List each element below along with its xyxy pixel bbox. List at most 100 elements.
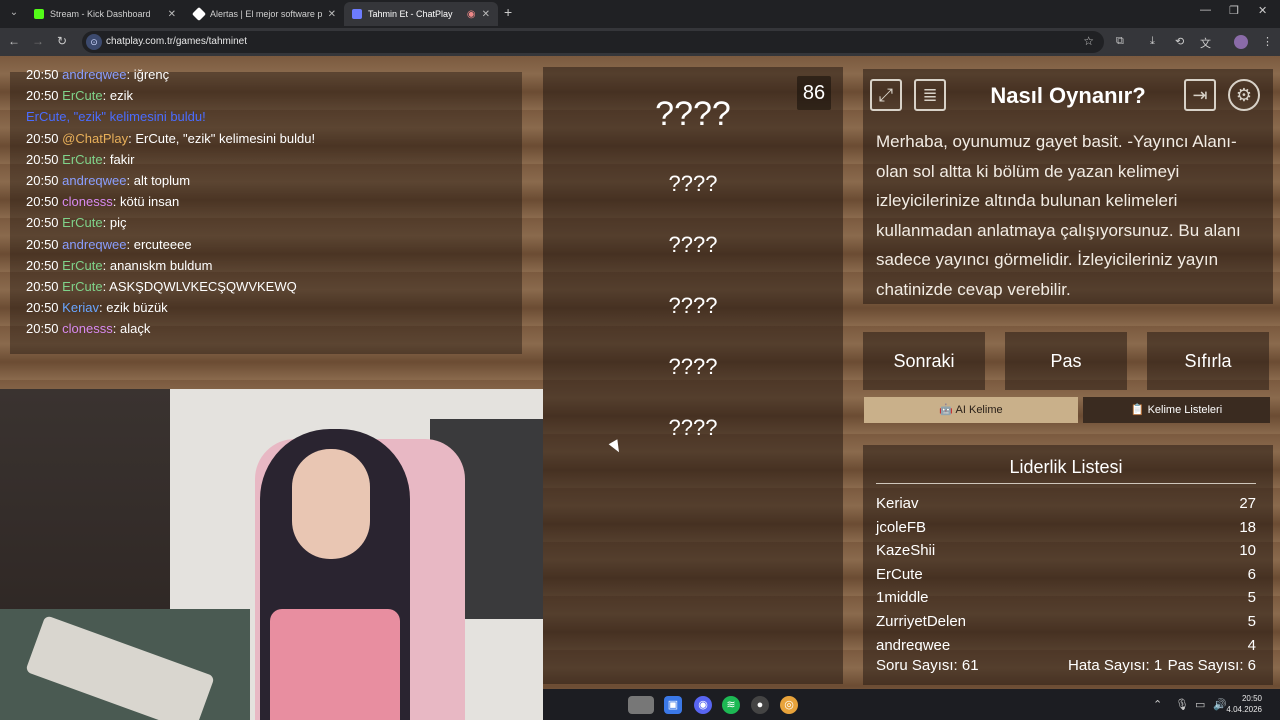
pass-button[interactable]: Pas — [1005, 332, 1127, 390]
how-to-play-text: Merhaba, oyunumuz gayet basit. -Yayıncı … — [876, 132, 1241, 299]
forward-icon[interactable]: → — [30, 34, 46, 48]
word-panel: 86 ???? ???? ???? ???? ???? ???? — [543, 67, 843, 684]
volume-icon[interactable]: 🔊 — [1213, 698, 1227, 711]
next-button[interactable]: Sonraki — [863, 332, 985, 390]
forbidden-word: ???? — [668, 415, 718, 440]
stats-footer: Soru Sayısı: 61 Hata Sayısı: 1 Pas Sayıs… — [876, 657, 1256, 679]
player-score: 5 — [1247, 589, 1256, 607]
extensions-icon[interactable]: ⧉ — [1116, 35, 1124, 48]
taskbar-window-icon[interactable]: ▣ — [664, 696, 682, 714]
clock-time: 20:50 — [1241, 694, 1262, 703]
browser-tab-kick[interactable]: Stream - Kick Dashboard ✕ — [26, 2, 184, 26]
chat-message: 20:50 ErCute: ASKŞDQWLVKECŞQWVKEWQ — [26, 279, 297, 294]
webcam-feed — [0, 389, 543, 720]
player-name: ZurriyetDelen — [876, 613, 967, 630]
chat-text: : ErCute, "ezik" kelimesini buldu! — [128, 130, 316, 146]
logout-icon[interactable]: ⇥ — [1184, 79, 1216, 111]
forbidden-word: ???? — [668, 293, 718, 318]
taskbar-app-icon[interactable] — [628, 696, 654, 714]
chat-username[interactable]: Keriav — [62, 300, 99, 315]
chat-username[interactable]: clonesss — [62, 321, 113, 336]
chrome-icon[interactable]: ◎ — [780, 696, 798, 714]
mic-icon[interactable]: 🎙 — [1175, 698, 1189, 711]
chat-username[interactable]: andreqwee — [62, 67, 126, 82]
address-bar[interactable]: ⊙ chatplay.com.tr/games/tahminet ☆ — [82, 31, 1104, 53]
close-tab-icon[interactable]: ✕ — [168, 9, 176, 20]
obs-icon[interactable]: ● — [751, 696, 769, 714]
restore-icon[interactable]: ❐ — [1229, 4, 1239, 17]
display-icon[interactable]: ▭ — [1195, 698, 1205, 711]
player-name: ErCute — [876, 565, 923, 583]
chat-text: : iğrenç — [126, 67, 170, 82]
pass-count: Pas Sayısı: 6 — [1167, 657, 1256, 674]
site-info-icon[interactable]: ⊙ — [86, 34, 102, 50]
ai-word-tab[interactable]: 🤖 AI Kelime — [864, 397, 1078, 423]
chat-time: 20:50 — [26, 279, 59, 294]
chat-username[interactable]: ErCute — [62, 258, 102, 273]
forbidden-word: ???? — [668, 232, 718, 257]
chat-username[interactable]: clonesss — [62, 194, 113, 209]
chat-message: 20:50 clonesss: kötü insan — [26, 194, 179, 209]
chat-message: 20:50 andreqwee: iğrenç — [26, 67, 169, 82]
close-tab-icon[interactable]: ✕ — [328, 9, 336, 20]
kick-icon — [34, 9, 44, 19]
back-icon[interactable]: ← — [6, 34, 22, 48]
chat-username[interactable]: ErCute — [62, 88, 102, 103]
chat-message: 20:50 andreqwee: ercuteeee — [26, 237, 192, 252]
player-score: 18 — [1239, 518, 1256, 536]
browser-tab-alertas[interactable]: Alertas | El mejor software para ✕ — [186, 2, 344, 26]
translate-icon[interactable]: 文 — [1200, 35, 1211, 51]
download-icon[interactable]: ⤓ — [1150, 35, 1155, 48]
new-tab-icon[interactable]: + — [504, 4, 512, 20]
close-window-icon[interactable]: ✕ — [1258, 4, 1267, 17]
spotify-icon[interactable]: ≋ — [722, 696, 740, 714]
chat-message: 20:50 ErCute: ananıskm buldum — [26, 258, 212, 273]
player-name: KazeShii — [876, 542, 936, 560]
player-score: 5 — [1247, 613, 1256, 630]
reload-icon[interactable]: ↻ — [54, 34, 70, 48]
chat-text: : ercuteeee — [126, 236, 192, 252]
chat-message: 20:50 ErCute: ezik — [26, 88, 133, 103]
chat-username[interactable]: andreqwee — [62, 173, 126, 188]
history-icon[interactable]: ⟲ — [1175, 35, 1184, 48]
chat-text: : alaçk — [112, 321, 151, 337]
player-score: 4 — [1247, 636, 1256, 651]
url-text[interactable]: chatplay.com.tr/games/tahminet — [106, 36, 247, 47]
tray-chevron-icon[interactable]: ⌃ — [1153, 698, 1162, 711]
tab-title: Alertas | El mejor software para — [210, 9, 322, 19]
bookmark-star-icon[interactable]: ☆ — [1083, 34, 1094, 48]
settings-gear-icon[interactable]: ⚙ — [1228, 79, 1260, 111]
chat-time: 20:50 — [26, 257, 59, 273]
tab-search-icon[interactable]: ⌄ — [6, 5, 22, 21]
close-tab-icon[interactable]: ✕ — [482, 9, 490, 20]
alertas-icon — [191, 6, 207, 22]
browser-tab-chatplay[interactable]: Tahmin Et - ChatPlay ◉ ✕ — [344, 2, 498, 26]
chat-username[interactable]: ErCute — [62, 279, 102, 294]
chat-username[interactable]: andreqwee — [62, 237, 126, 252]
chatplay-icon — [352, 9, 362, 19]
player-name: jcoleFB — [876, 518, 927, 536]
minimize-icon[interactable]: — — [1200, 4, 1211, 16]
word-lists-tab[interactable]: 📋 Kelime Listeleri — [1083, 397, 1270, 423]
chat-text: : ezik — [102, 88, 133, 104]
profile-avatar[interactable] — [1234, 35, 1248, 49]
menu-icon[interactable]: ⋮ — [1262, 35, 1273, 48]
leaderboard-row: andreqwee 4 — [876, 637, 1256, 651]
question-count: Soru Sayısı: 61 — [876, 657, 979, 674]
reset-button[interactable]: Sıfırla — [1147, 332, 1269, 390]
ai-robot-icon: 🤖 — [939, 404, 954, 416]
clock[interactable]: 20:50 4.04.2026 — [1226, 693, 1262, 715]
player-name: andreqwee — [876, 636, 951, 651]
chat-username[interactable]: ErCute — [62, 152, 102, 167]
discord-icon[interactable]: ◉ — [694, 696, 712, 714]
how-to-play-panel: ⤢ ≣ Nasıl Oynanır? ⇥ ⚙ Merhaba, oyunumuz… — [863, 69, 1273, 304]
list-icon: 📋 — [1130, 404, 1145, 416]
player-score: 6 — [1247, 565, 1256, 583]
chat-username[interactable]: @ChatPlay — [62, 131, 128, 146]
chat-text: : ASKŞDQWLVKECŞQWVKEWQ — [102, 279, 297, 294]
browser-tab-strip: ⌄ Stream - Kick Dashboard ✕ Alertas | El… — [0, 0, 1280, 28]
chat-username[interactable]: ErCute — [62, 215, 102, 230]
chat-text: : fakir — [102, 151, 135, 167]
chat-text: : piç — [102, 215, 127, 231]
chat-message: 20:50 Keriav: ezik büzük — [26, 300, 168, 315]
